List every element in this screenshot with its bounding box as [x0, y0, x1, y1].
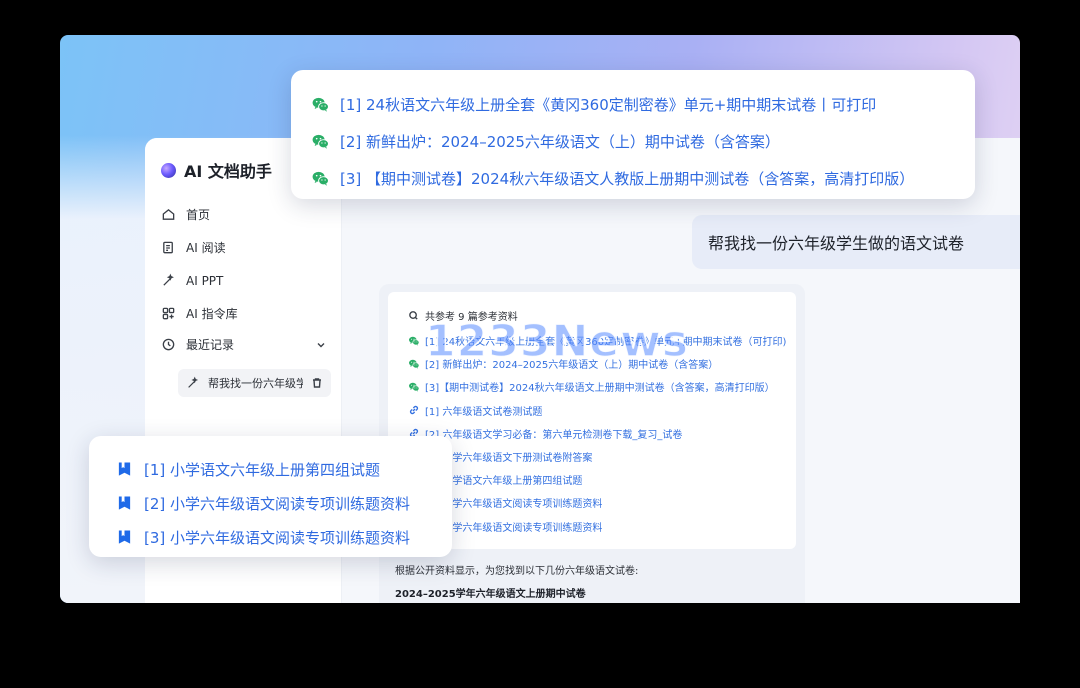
document-source-item-label: [3] 小学六年级语文阅读专项训练题资料	[144, 528, 411, 547]
reference-item[interactable]: [3]【期中测试卷】2024秋六年级语文上册期中测试卷（含答案，高清打印版）	[408, 375, 796, 398]
library-icon	[162, 307, 175, 320]
document-source-item[interactable]: [2] 小学六年级语文阅读专项训练题资料	[117, 486, 452, 520]
wechat-source-item[interactable]: [3] 【期中测试卷】2024秋六年级语文人教版上册期中测试卷（含答案，高清打印…	[311, 160, 975, 197]
link-icon	[408, 404, 420, 416]
answer-intro: 根据公开资料显示，为您找到以下几份六年级语文试卷:	[395, 566, 639, 577]
recent-history-toggle[interactable]: 最近记录	[161, 336, 327, 353]
document-source-item-label: [2] 小学六年级语文阅读专项训练题资料	[144, 494, 411, 513]
wechat-source-item-label: [3] 【期中测试卷】2024秋六年级语文人教版上册期中测试卷（含答案，高清打印…	[340, 170, 915, 188]
reference-item[interactable]: [4] 小学六年级语文阅读专项训练题资料	[408, 515, 796, 538]
wechat-sources-popup: [1] 24秋语文六年级上册全套《黄冈360定制密卷》单元+期中期末试卷丨可打印…	[291, 70, 975, 199]
history-icon	[162, 338, 175, 351]
bookmark-icon	[117, 495, 132, 511]
wechat-icon	[311, 132, 330, 151]
home-icon	[162, 208, 175, 220]
bookmark-icon	[117, 461, 132, 477]
recent-item[interactable]: 帮我找一份六年级学生做的语文试卷	[178, 369, 331, 397]
reading-icon	[163, 241, 173, 254]
answer-heading: 2024–2025学年六年级语文上册期中试卷	[395, 589, 586, 600]
recent-item-label: 帮我找一份六年级学生做的语文试卷	[208, 377, 303, 390]
document-source-item[interactable]: [3] 小学六年级语文阅读专项训练题资料	[117, 520, 452, 554]
brand-logo-icon	[161, 162, 176, 178]
document-source-item-label: [1] 小学语文六年级上册第四组试题	[144, 460, 381, 479]
chevron-down-icon	[317, 342, 325, 347]
reference-item-label: [3]【期中测试卷】2024秋六年级语文上册期中测试卷（含答案，高清打印版）	[425, 383, 775, 395]
reference-item[interactable]: [1] 小学六年级语文下册测试卷附答案	[408, 445, 796, 468]
user-message-bubble: 帮我找一份六年级学生做的语文试卷	[692, 215, 1020, 269]
wechat-icon	[408, 335, 420, 347]
wechat-source-item-label: [1] 24秋语文六年级上册全套《黄冈360定制密卷》单元+期中期末试卷丨可打印	[340, 96, 877, 114]
reference-item-label: [1] 六年级语文试卷测试题	[425, 406, 543, 418]
wechat-icon	[408, 358, 420, 370]
reference-item[interactable]: [2] 六年级语文学习必备：第六单元检测卷下载_复习_试卷	[408, 422, 796, 445]
watermark-logo: 1233News	[424, 315, 689, 368]
trash-icon[interactable]	[311, 377, 323, 389]
wechat-icon	[408, 381, 420, 393]
sidebar-item-ai-library[interactable]: AI 指令库	[161, 297, 331, 330]
document-source-item[interactable]: [1] 小学语文六年级上册第四组试题	[117, 452, 452, 486]
brand[interactable]: AI 文档助手	[161, 158, 272, 182]
wechat-source-item-label: [2] 新鲜出炉：2024–2025六年级语文（上）期中试卷（含答案）	[340, 133, 780, 151]
reference-item[interactable]: [3] 小学六年级语文阅读专项训练题资料	[408, 491, 796, 514]
sidebar-nav: 首页 AI 阅读 AI PPT AI 指令库	[161, 198, 331, 330]
document-sources-popup: [1] 小学语文六年级上册第四组试题 [2] 小学六年级语文阅读专项训练题资料 [3…	[89, 436, 452, 557]
sidebar-item-ai-reading[interactable]: AI 阅读	[161, 231, 331, 264]
app-title: AI 文档助手	[184, 162, 272, 181]
reference-item-label: [2] 六年级语文学习必备：第六单元检测卷下载_复习_试卷	[425, 429, 683, 441]
sidebar-item-ai-ppt[interactable]: AI PPT	[161, 264, 331, 297]
wechat-source-item[interactable]: [1] 24秋语文六年级上册全套《黄冈360定制密卷》单元+期中期末试卷丨可打印	[311, 86, 975, 123]
bookmark-icon	[117, 529, 132, 545]
wechat-icon	[311, 169, 330, 188]
search-icon	[409, 310, 418, 320]
magic-wand-icon	[163, 273, 174, 286]
reference-item[interactable]: [2] 小学语文六年级上册第四组试题	[408, 468, 796, 491]
magic-wand-icon	[188, 376, 199, 388]
sidebar-item-home[interactable]: 首页	[161, 198, 331, 231]
wechat-icon	[311, 95, 330, 114]
wechat-source-item[interactable]: [2] 新鲜出炉：2024–2025六年级语文（上）期中试卷（含答案）	[311, 123, 975, 160]
reference-item[interactable]: [1] 六年级语文试卷测试题	[408, 399, 796, 422]
